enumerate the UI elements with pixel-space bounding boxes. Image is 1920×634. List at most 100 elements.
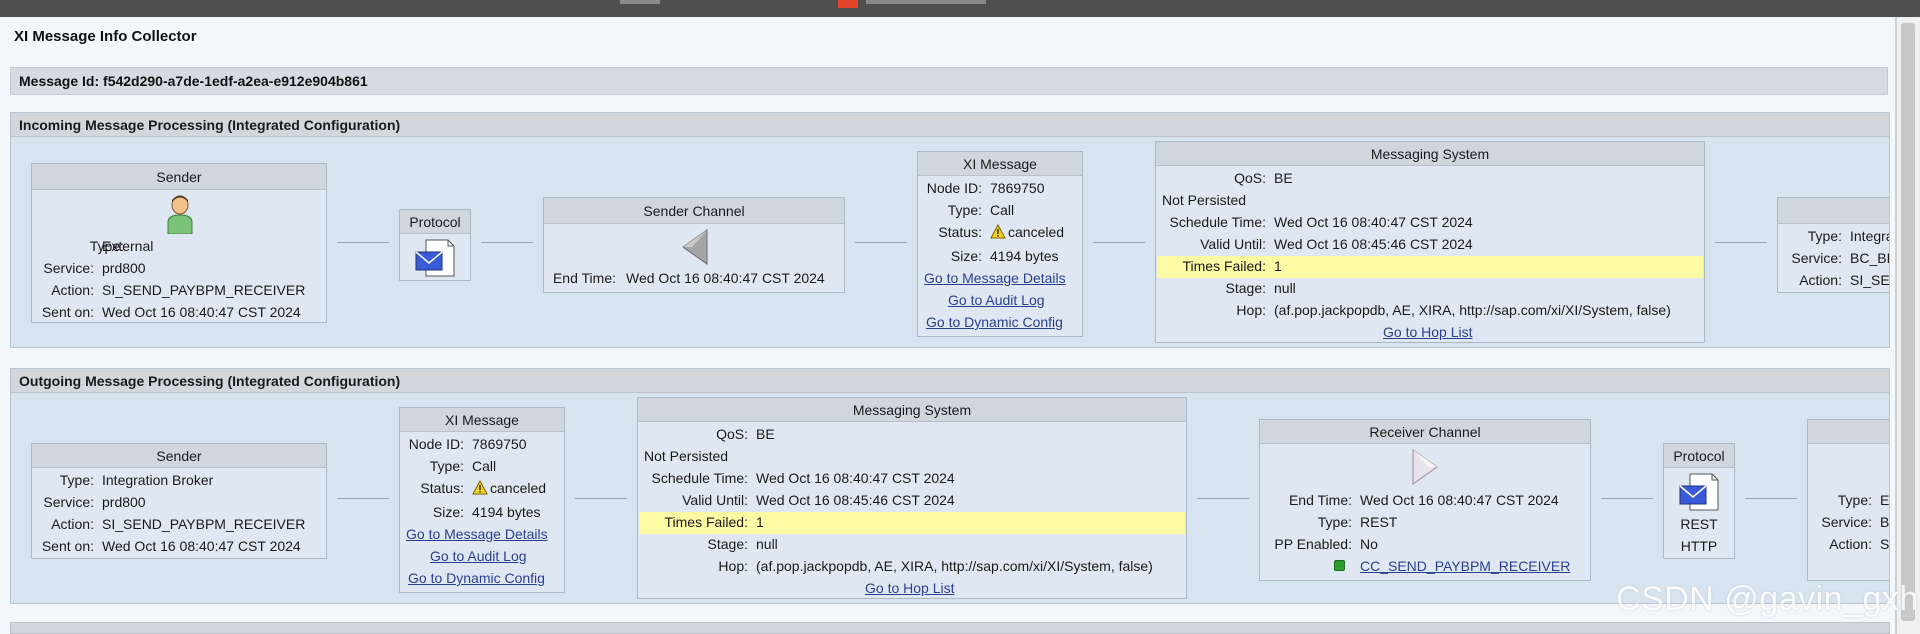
incoming-receiver-action-label: Action:	[1799, 272, 1842, 288]
incoming-xi-nodeid-value: 7869750	[990, 180, 1045, 196]
outgoing-xi-status: canceled	[472, 480, 546, 496]
connector-line	[481, 242, 533, 243]
outgoing-xi-message-box: XI Message Node ID: 7869750 Type: Call S…	[399, 407, 565, 593]
connector-line	[855, 242, 907, 243]
top-bar-fragment	[620, 0, 660, 4]
outgoing-protocol-line1: REST	[1680, 516, 1718, 532]
outgoing-ms-failed-value: 1	[756, 514, 764, 530]
outgoing-section: Outgoing Message Processing (Integrated …	[10, 368, 1890, 604]
vertical-scrollbar[interactable]	[1896, 17, 1920, 634]
connector-line	[1197, 498, 1249, 499]
outgoing-xi-status-label: Status:	[420, 480, 464, 496]
incoming-sender-senton-value: Wed Oct 16 08:40:47 CST 2024	[102, 304, 301, 320]
outgoing-protocol-box: Protocol REST HTTP	[1663, 443, 1735, 559]
scrollbar-thumb[interactable]	[1901, 23, 1915, 621]
outgoing-sender-action-value: SI_SEND_PAYBPM_RECEIVER	[102, 516, 306, 532]
warning-icon	[472, 480, 488, 495]
incoming-messaging-system-box: Messaging System QoS: BE Not Persisted S…	[1155, 141, 1705, 343]
incoming-sender-service-value: prd800	[102, 260, 146, 276]
incoming-message-details-link[interactable]: Go to Message Details	[924, 270, 1066, 286]
browser-top-bar	[0, 0, 1920, 17]
incoming-receiver-type-value: Integrat	[1850, 228, 1889, 244]
outgoing-receiver-channel-box: Receiver Channel End Time: Wed Oct 16 08…	[1259, 419, 1591, 581]
connector-line	[1093, 242, 1145, 243]
incoming-xi-size-value: 4194 bytes	[990, 248, 1059, 264]
incoming-xi-message-header: XI Message	[918, 152, 1082, 176]
outgoing-receiver-type-label: Type:	[1837, 492, 1872, 508]
incoming-sender-channel-endtime-label: End Time:	[552, 270, 616, 286]
tab-favicon-icon	[838, 0, 858, 8]
incoming-ms-hop-label: Hop:	[1236, 302, 1266, 318]
page-title: XI Message Info Collector	[14, 28, 197, 45]
outgoing-ms-persist: Not Persisted	[644, 448, 729, 464]
outgoing-sender-senton-value: Wed Oct 16 08:40:47 CST 2024	[102, 538, 301, 554]
outgoing-sender-action-label: Action:	[51, 516, 94, 532]
mail-document-icon	[1679, 473, 1719, 511]
incoming-ms-qos-label: QoS:	[1234, 170, 1266, 186]
incoming-messaging-system-header: Messaging System	[1156, 142, 1704, 166]
incoming-receiver-type-label: Type:	[1807, 228, 1842, 244]
incoming-protocol-box: Protocol	[399, 209, 471, 281]
incoming-sender-box: Sender Type: External Service: prd800 Ac…	[31, 163, 327, 323]
incoming-receiver-service-label: Service:	[1791, 250, 1842, 266]
incoming-xi-status: canceled	[990, 224, 1064, 240]
connector-line	[575, 498, 627, 499]
incoming-hop-list-link[interactable]: Go to Hop List	[1383, 324, 1473, 340]
connector-line	[1601, 498, 1653, 499]
outgoing-ms-hop-value: (af.pop.jackpopdb, AE, XIRA, http://sap.…	[756, 558, 1153, 574]
top-bar-fragment	[866, 0, 986, 4]
outgoing-ms-schedule-label: Schedule Time:	[651, 470, 749, 486]
outgoing-messaging-system-box: Messaging System QoS: BE Not Persisted S…	[637, 397, 1187, 599]
outgoing-sender-type-value: Integration Broker	[102, 472, 214, 488]
outgoing-messaging-system-header: Messaging System	[638, 398, 1186, 422]
incoming-ms-stage-label: Stage:	[1225, 280, 1266, 296]
outgoing-xi-nodeid-value: 7869750	[472, 436, 527, 452]
connector-line	[1745, 498, 1797, 499]
channel-status-green-icon	[1334, 560, 1345, 571]
outgoing-ms-valid-value: Wed Oct 16 08:45:46 CST 2024	[756, 492, 955, 508]
mail-document-icon	[415, 239, 455, 277]
incoming-ms-schedule-value: Wed Oct 16 08:40:47 CST 2024	[1274, 214, 1473, 230]
incoming-sender-channel-box: Sender Channel End Time: Wed Oct 16 08:4…	[543, 197, 845, 293]
outgoing-audit-log-link[interactable]: Go to Audit Log	[430, 548, 527, 564]
outgoing-dynamic-config-link[interactable]: Go to Dynamic Config	[408, 570, 545, 586]
connector-line	[1715, 242, 1767, 243]
incoming-sender-senton-label: Sent on:	[41, 304, 94, 320]
message-id-bar: Message Id: f542d290-a7de-1edf-a2ea-e912…	[10, 67, 1888, 95]
outgoing-hop-list-link[interactable]: Go to Hop List	[865, 580, 955, 596]
outgoing-ms-qos-label: QoS:	[716, 426, 748, 442]
channel-arrow-icon	[682, 229, 708, 265]
outgoing-receiver-channel-header: Receiver Channel	[1260, 420, 1590, 444]
outgoing-ms-stage-value: null	[756, 536, 778, 552]
outgoing-message-details-link[interactable]: Go to Message Details	[406, 526, 548, 542]
incoming-xi-type-label: Type:	[947, 202, 982, 218]
outgoing-protocol-header: Protocol	[1664, 444, 1734, 468]
outgoing-ms-valid-label: Valid Until:	[682, 492, 748, 508]
incoming-ms-persist: Not Persisted	[1162, 192, 1247, 208]
receiver-channel-link[interactable]: CC_SEND_PAYBPM_RECEIVER	[1360, 558, 1570, 574]
outgoing-xi-type-value: Call	[472, 458, 497, 474]
incoming-ms-stage-value: null	[1274, 280, 1296, 296]
outgoing-ms-stage-label: Stage:	[707, 536, 748, 552]
incoming-xi-type-value: Call	[990, 202, 1015, 218]
incoming-ms-valid-value: Wed Oct 16 08:45:46 CST 2024	[1274, 236, 1473, 252]
person-icon	[167, 195, 193, 234]
incoming-ms-hop-value: (af.pop.jackpopdb, AE, XIRA, http://sap.…	[1274, 302, 1671, 318]
outgoing-rc-pp-value: No	[1360, 536, 1378, 552]
incoming-receiver-box: R Type: Integrat Service: BC_BP Action: …	[1777, 197, 1889, 293]
incoming-audit-log-link[interactable]: Go to Audit Log	[948, 292, 1045, 308]
outgoing-receiver-action-value: SI_	[1880, 536, 1890, 552]
watermark: CSDN @gavin_gxh	[1616, 580, 1919, 618]
incoming-dynamic-config-link[interactable]: Go to Dynamic Config	[926, 314, 1063, 330]
incoming-sender-channel-header: Sender Channel	[544, 198, 844, 224]
incoming-receiver-service-value: BC_BP	[1850, 250, 1889, 266]
incoming-ms-failed-value: 1	[1274, 258, 1282, 274]
incoming-section-title: Incoming Message Processing (Integrated …	[11, 113, 1889, 137]
outgoing-ms-hop-label: Hop:	[718, 558, 748, 574]
incoming-sender-channel-endtime-value: Wed Oct 16 08:40:47 CST 2024	[626, 270, 825, 286]
connector-line	[337, 498, 389, 499]
outgoing-xi-size-label: Size:	[432, 504, 464, 520]
incoming-ms-schedule-label: Schedule Time:	[1169, 214, 1267, 230]
incoming-sender-action-label: Action:	[51, 282, 94, 298]
incoming-sender-header: Sender	[32, 164, 326, 190]
